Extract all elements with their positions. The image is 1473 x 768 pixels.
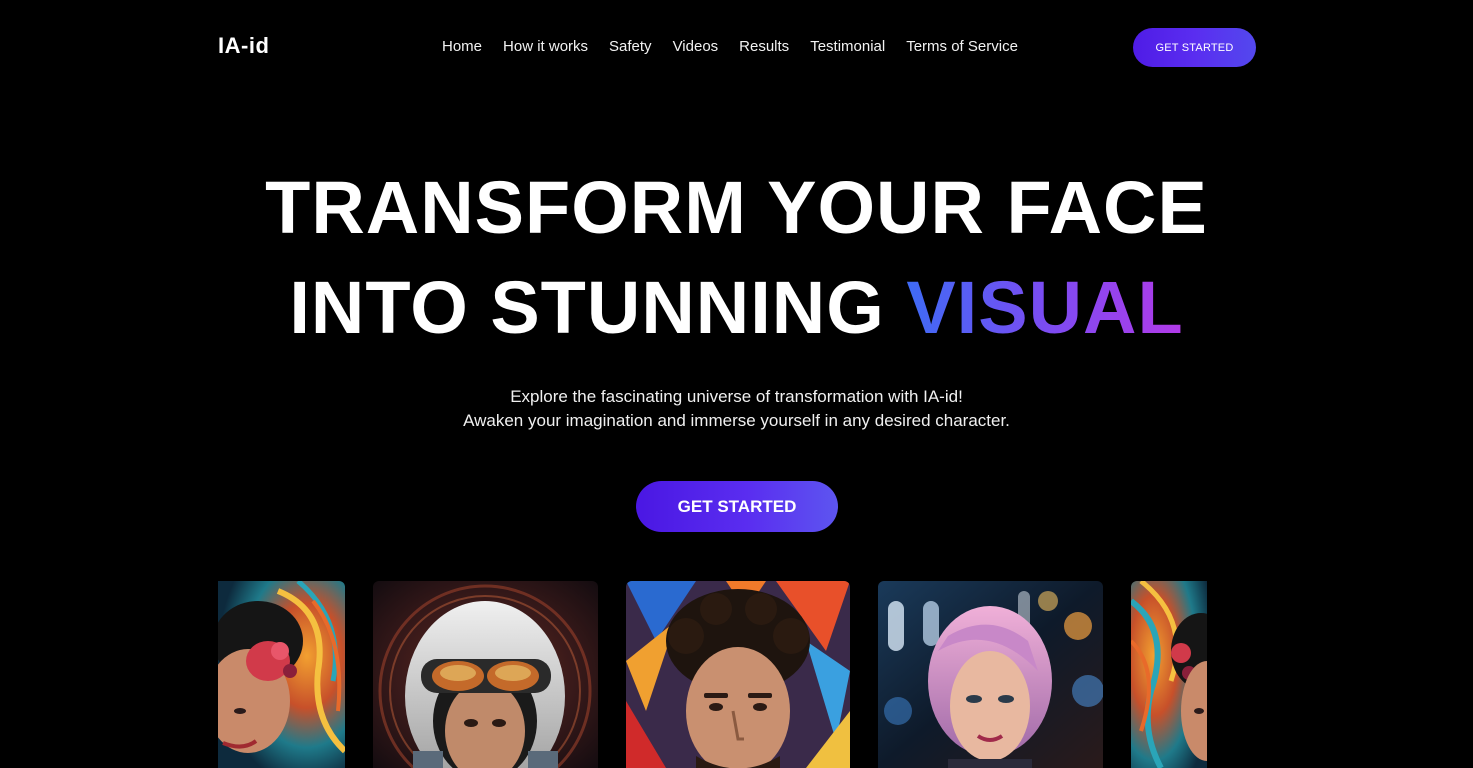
header-get-started-button[interactable]: GET STARTED — [1133, 28, 1256, 67]
hero-title-line-1: TRANSFORM YOUR FACE — [265, 166, 1208, 249]
hero-title-line-2: INTO STUNNING VISUAL — [0, 265, 1473, 350]
nav-videos[interactable]: Videos — [673, 38, 719, 55]
nav-terms-of-service[interactable]: Terms of Service — [906, 38, 1018, 55]
gallery-card-astronaut — [373, 581, 598, 768]
hero-get-started-button[interactable]: GET STARTED — [636, 481, 838, 532]
pink-hair-woman-image — [878, 581, 1103, 768]
gallery-card-flower-woman-repeat — [1131, 581, 1207, 768]
landing-page: IA-id Home How it works Safety Videos Re… — [0, 0, 1473, 768]
nav-safety[interactable]: Safety — [609, 38, 652, 55]
flower-woman-image — [218, 581, 345, 768]
hero-title-prefix: INTO STUNNING — [289, 266, 907, 349]
nav-results[interactable]: Results — [739, 38, 789, 55]
hero-subtitle-line-1: Explore the fascinating universe of tran… — [510, 387, 963, 406]
hero-title-accent: VISUAL — [906, 266, 1184, 349]
flower-woman-repeat-image — [1131, 581, 1207, 768]
gallery-card-flower-woman — [218, 581, 345, 768]
nav-testimonial[interactable]: Testimonial — [810, 38, 885, 55]
nav-home[interactable]: Home — [442, 38, 482, 55]
gallery-card-paint-man — [626, 581, 850, 768]
nav-how-it-works[interactable]: How it works — [503, 38, 588, 55]
logo[interactable]: IA-id — [218, 33, 269, 59]
gallery-card-pink-hair-woman — [878, 581, 1103, 768]
hero-subtitle-line-2: Awaken your imagination and immerse your… — [463, 411, 1010, 430]
main-nav: Home How it works Safety Videos Results … — [442, 38, 1018, 55]
astronaut-image — [373, 581, 598, 768]
paint-man-image — [626, 581, 850, 768]
